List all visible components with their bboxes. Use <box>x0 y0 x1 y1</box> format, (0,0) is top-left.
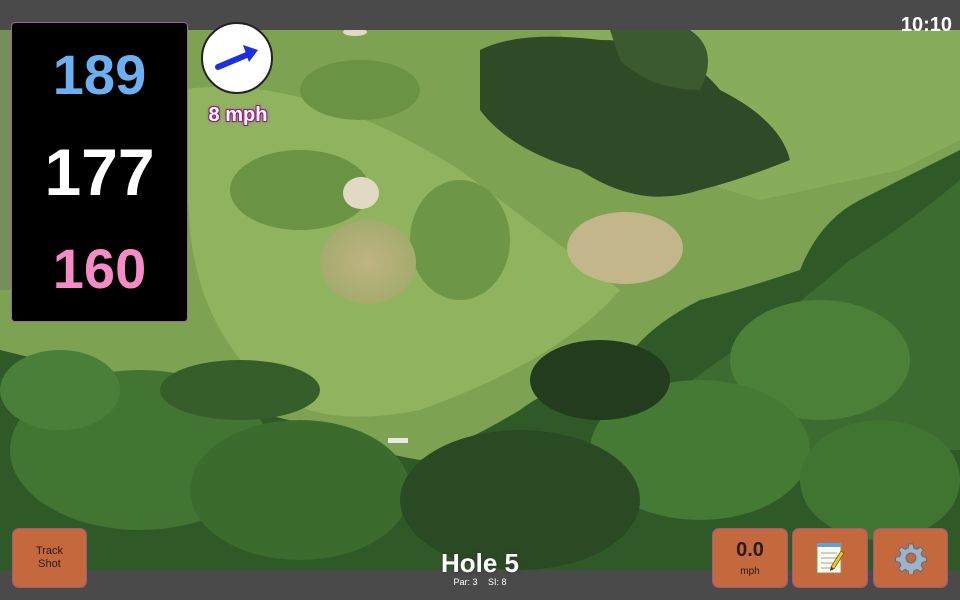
clock: 10:10 <box>900 14 952 36</box>
track-shot-label-line2: Shot <box>38 558 61 570</box>
hole-stroke-index: SI: 8 <box>488 577 507 587</box>
arrow-icon <box>215 45 258 70</box>
center-yardage: 177 <box>44 135 155 209</box>
track-shot-label-line1: Track <box>35 545 64 557</box>
speed-unit: mph <box>740 565 760 577</box>
speed-button[interactable]: 0.0 mph <box>712 528 788 588</box>
track-shot-button[interactable]: Track Shot <box>12 528 87 588</box>
gear-icon <box>894 543 927 574</box>
notes-button[interactable] <box>792 528 868 588</box>
back-yardage: 189 <box>52 43 147 106</box>
front-yardage: 160 <box>52 237 147 300</box>
notepad-icon <box>816 543 845 574</box>
yardage-panel: 189 177 160 <box>11 22 188 322</box>
wind-direction-indicator <box>201 22 273 94</box>
hole-par: Par: 3 <box>453 577 478 587</box>
hole-info: Par: 3 SI: 8 <box>380 577 580 587</box>
hole-title: Hole 5 <box>440 548 520 578</box>
settings-button[interactable] <box>873 528 948 588</box>
wind-speed-label: 8 mph <box>208 104 268 126</box>
speed-value: 0.0 <box>736 538 764 561</box>
